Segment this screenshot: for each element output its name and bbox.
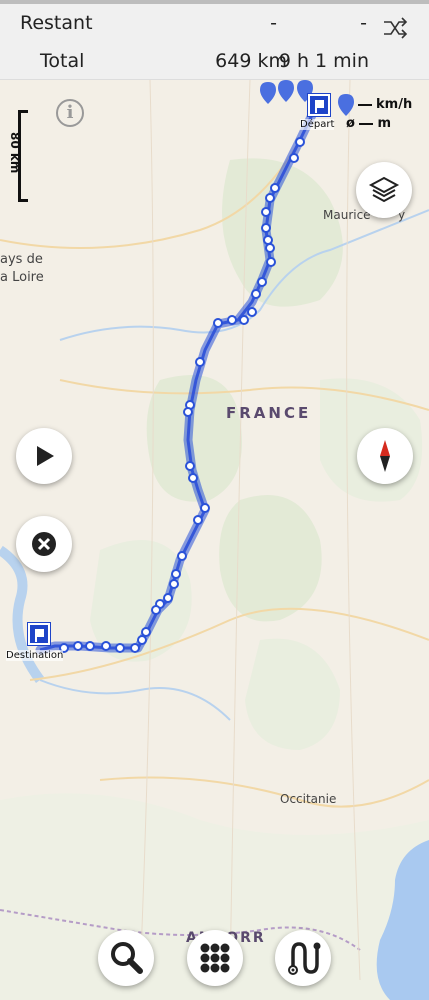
remaining-distance: -: [270, 12, 277, 34]
total-distance: 649 km: [215, 50, 287, 72]
total-label: Total: [40, 50, 85, 72]
shuffle-cross-icon[interactable]: [381, 14, 409, 42]
route-stats-panel: Restant - - Total 649 km 9 h 1 min: [0, 0, 429, 80]
country-label: FRANCE: [226, 404, 312, 422]
total-row: Total 649 km 9 h 1 min: [0, 42, 429, 78]
start-label: Départ: [300, 119, 335, 130]
close-icon: [32, 532, 56, 556]
elevation-prefix: ø: [346, 116, 355, 131]
total-time: 9 h 1 min: [278, 50, 369, 72]
remaining-row: Restant - -: [0, 4, 429, 40]
region-label-pays-de-la-loire-2: a Loire: [0, 270, 44, 285]
grid-menu-icon: [200, 943, 230, 973]
search-button[interactable]: [98, 930, 154, 986]
compass-icon: [380, 440, 390, 472]
region-label-pays-de-la-loire-1: ays de: [0, 252, 43, 267]
town-label-maurice: Maurice: [323, 208, 371, 222]
destination-label: Destination: [6, 650, 64, 661]
route-waypoints: [59, 137, 305, 653]
menu-button[interactable]: [187, 930, 243, 986]
search-icon: [111, 942, 143, 974]
close-button[interactable]: [16, 516, 72, 572]
remaining-time: -: [360, 12, 367, 34]
play-icon: [37, 446, 54, 466]
layers-button[interactable]: [356, 162, 412, 218]
region-label-occitanie: Occitanie: [280, 792, 337, 806]
remaining-label: Restant: [20, 12, 93, 34]
speed-unit: km/h: [376, 97, 413, 112]
layers-icon: [368, 176, 400, 203]
scale-label: 80 km: [8, 132, 22, 174]
destination-flag-icon[interactable]: [28, 623, 50, 645]
info-icon[interactable]: i: [56, 99, 84, 127]
compass-button[interactable]: [357, 428, 413, 484]
start-flag-icon[interactable]: [308, 94, 330, 116]
play-button[interactable]: [16, 428, 72, 484]
route-icon: [288, 942, 321, 975]
elevation-unit: m: [377, 116, 392, 131]
poi-pins[interactable]: [260, 80, 354, 116]
route-button[interactable]: [275, 930, 331, 986]
